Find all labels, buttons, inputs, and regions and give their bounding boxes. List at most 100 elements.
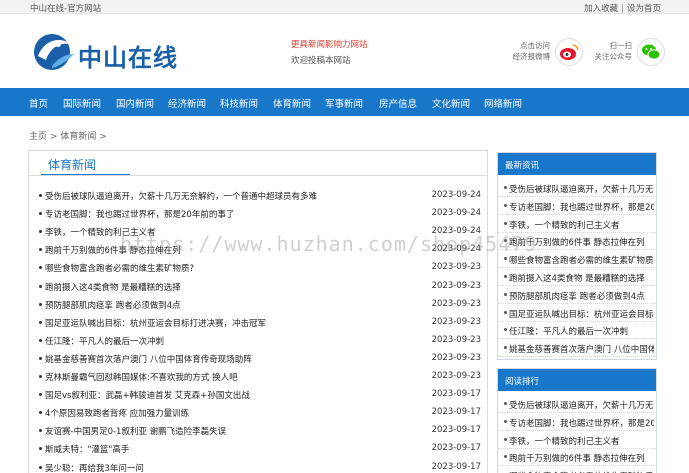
latest-news-item[interactable]: 李铁，一个精致的利己主义者 xyxy=(498,216,656,233)
nav-item-economy[interactable]: 经济新闻 xyxy=(168,96,206,110)
news-title[interactable]: 受伤后被球队逼迫离开，欠薪十几万无奈解约，一个普通中超球员有多难 xyxy=(45,190,317,202)
latest-news-item[interactable]: 国足亚运队喊出目标：杭州亚运会目标打进决赛 xyxy=(498,305,656,322)
news-title[interactable]: 跑前摄入这4类食物 是最糟糕的选择 xyxy=(45,281,181,293)
news-title[interactable]: 国足亚运队喊出目标：杭州亚运会目标打进决赛，冲击冠军 xyxy=(45,317,266,329)
sidebar-item-title[interactable]: 预防腿部肌肉痉挛 跑者必须做到4点 xyxy=(509,290,654,302)
nav-item-technology[interactable]: 科技新闻 xyxy=(220,96,258,110)
bullet-icon xyxy=(504,186,507,189)
reading-rank-item[interactable]: 跑前千万别做的6件事 静态拉伸在列 xyxy=(498,449,656,467)
bullet-icon xyxy=(39,393,42,397)
bullet-icon xyxy=(39,248,42,252)
news-title[interactable]: 专访老国脚：我也踢过世界杯，那是20年前的事了 xyxy=(45,208,234,220)
header: 中山在线 更具新闻影响力网站 欢迎投稿本网站 点击访问 经济报微博 扫一扫 关注… xyxy=(0,14,689,86)
news-date: 2023-09-23 xyxy=(431,352,481,363)
news-row[interactable]: 4个原因易致跑者背疼 应加强力量训练 2023-09-17 xyxy=(29,404,487,422)
bullet-icon xyxy=(504,275,507,278)
news-date: 2023-09-23 xyxy=(431,334,481,345)
news-row[interactable]: 预防腿部肌肉痉挛 跑者必须做到4点 2023-09-23 xyxy=(29,296,487,314)
bullet-icon xyxy=(39,411,42,415)
news-row[interactable]: 专访老国脚：我也踢过世界杯，那是20年前的事了 2023-09-24 xyxy=(29,205,487,223)
add-favorite-link[interactable]: 加入收藏 xyxy=(584,4,618,14)
nav-item-home[interactable]: 首页 xyxy=(29,96,48,110)
news-row[interactable]: 跑前摄入这4类食物 是最糟糕的选择 2023-09-23 xyxy=(29,278,487,296)
sidebar-item-title[interactable]: 跑前千万别做的6件事 静态拉伸在列 xyxy=(509,452,654,464)
logo-emblem-icon xyxy=(34,34,74,70)
site-logo[interactable]: 中山在线 xyxy=(30,30,180,74)
news-row[interactable]: 国足亚运队喊出目标：杭州亚运会目标打进决赛，冲击冠军 2023-09-23 xyxy=(29,314,487,332)
nav-item-military[interactable]: 军事新闻 xyxy=(325,96,363,110)
news-title[interactable]: 吴少聪：再给我3年问一问 xyxy=(45,462,144,473)
nav-item-culture[interactable]: 文化新闻 xyxy=(432,96,470,110)
news-row[interactable]: 友谊赛-中国男足0-1叙利亚 谢鹏飞造险李磊失误 2023-09-17 xyxy=(29,422,487,440)
news-row[interactable]: 任江隆：平凡人的最后一次冲刺 2023-09-23 xyxy=(29,332,487,350)
news-date: 2023-09-23 xyxy=(431,371,481,381)
latest-news-item[interactable]: 受伤后被球队逼迫离开，欠薪十几万无奈解约 xyxy=(498,180,656,197)
bullet-icon xyxy=(39,375,42,378)
bullet-icon xyxy=(504,402,507,405)
wechat-icon[interactable] xyxy=(637,38,665,66)
sidebar-item-title[interactable]: 跑前摄入这4类食物 是最糟糕的选择 xyxy=(509,272,654,284)
reading-rank-item[interactable]: 哪些食物富含跑者必需的维生素矿物质? xyxy=(498,467,656,473)
news-title[interactable]: 姚基金慈善赛首次落户澳门 八位中国体育传奇现场助阵 xyxy=(45,353,252,365)
sidebar-item-title[interactable]: 受伤后被球队逼迫离开，欠薪十几万无奈解约 xyxy=(509,399,654,411)
bullet-icon xyxy=(504,437,507,441)
reading-rank-item[interactable]: 李铁，一个精致的利己主义者 xyxy=(498,432,656,449)
news-row[interactable]: 斯威夫特："灌篮"高手 2023-09-17 xyxy=(29,440,487,458)
nav-item-sports[interactable]: 体育新闻 xyxy=(273,96,311,110)
news-title[interactable]: 友谊赛-中国男足0-1叙利亚 谢鹏飞造险李磊失误 xyxy=(45,425,226,437)
news-title[interactable]: 斯威夫特："灌篮"高手 xyxy=(45,443,129,455)
sidebar-item-title[interactable]: 专访老国脚：我也踢过世界杯，那是20年前的事了 xyxy=(509,201,654,213)
nav-item-international[interactable]: 国际新闻 xyxy=(63,96,101,110)
sidebar-item-title[interactable]: 国足亚运队喊出目标：杭州亚运会目标打进决赛 xyxy=(509,308,654,320)
news-title[interactable]: 国足vs叙利亚：武磊+韩骏迪首发 艾克森+孙国文出战 xyxy=(45,389,250,401)
news-row[interactable]: 哪些食物富含跑者必需的维生素矿物质? 2023-09-23 xyxy=(29,259,487,277)
nav-item-domestic[interactable]: 国内新闻 xyxy=(116,96,154,110)
weibo-icon[interactable] xyxy=(555,38,583,66)
breadcrumb-home[interactable]: 主页 xyxy=(29,132,47,142)
news-title[interactable]: 任江隆：平凡人的最后一次冲刺 xyxy=(45,335,164,347)
contribute-link[interactable]: 欢迎投稿本网站 xyxy=(291,54,351,66)
weibo-label[interactable]: 点击访问 经济报微博 xyxy=(500,40,551,62)
news-row[interactable]: 受伤后被球队逼迫离开，欠薪十几万无奈解约，一个普通中超球员有多难 2023-09-… xyxy=(29,187,487,205)
latest-news-item[interactable]: 任江隆：平凡人的最后一次冲刺 xyxy=(498,322,656,340)
news-title[interactable]: 哪些食物富含跑者必需的维生素矿物质? xyxy=(45,262,194,274)
latest-news-item[interactable]: 专访老国脚：我也踢过世界杯，那是20年前的事了 xyxy=(498,198,656,215)
news-date: 2023-09-17 xyxy=(431,407,481,418)
reading-rank-item[interactable]: 专访老国脚：我也踢过世界杯，那是20年前的事了 xyxy=(498,414,656,431)
news-title[interactable]: 预防腿部肌肉痉挛 跑者必须做到4点 xyxy=(45,299,181,311)
nav-item-internet[interactable]: 网络新闻 xyxy=(484,96,522,110)
wechat-label[interactable]: 扫一扫 关注公众号 xyxy=(590,40,633,62)
latest-news-title: 最新资讯 xyxy=(505,161,540,171)
reading-rank-item[interactable]: 受伤后被球队逼迫离开，欠薪十几万无奈解约 xyxy=(498,396,656,413)
breadcrumb-section[interactable]: 体育新闻 xyxy=(60,132,96,142)
news-date: 2023-09-24 xyxy=(431,190,481,200)
bullet-icon xyxy=(504,257,507,261)
latest-news-item[interactable]: 跑前摄入这4类食物 是最糟糕的选择 xyxy=(498,269,656,286)
news-row[interactable]: 吴少聪：再给我3年问一问 2023-09-17 xyxy=(29,459,487,473)
sidebar-item-title[interactable]: 受伤后被球队逼迫离开，欠薪十几万无奈解约 xyxy=(509,183,654,195)
news-row[interactable]: 克林斯曼霸气回怼韩国媒体:不喜欢我的方式 换人吧 2023-09-23 xyxy=(29,368,487,386)
nav-item-property[interactable]: 房产信息 xyxy=(379,96,417,110)
breadcrumb: 主页 > 体育新闻 > xyxy=(29,129,107,142)
bullet-icon xyxy=(39,338,42,342)
weibo-label-line2: 经济报微博 xyxy=(512,52,551,61)
news-date: 2023-09-17 xyxy=(431,389,481,400)
sidebar-item-title[interactable]: 姚基金慈善赛首次落户澳门 八位中国体育传奇 xyxy=(509,343,654,355)
latest-news-item[interactable]: 姚基金慈善赛首次落户澳门 八位中国体育传奇 xyxy=(498,340,656,358)
news-date: 2023-09-23 xyxy=(431,316,481,327)
latest-news-item[interactable]: 预防腿部肌肉痉挛 跑者必须做到4点 xyxy=(498,287,656,304)
sidebar-item-title[interactable]: 专访老国脚：我也踢过世界杯，那是20年前的事了 xyxy=(509,417,654,429)
weibo-label-line1: 点击访问 xyxy=(520,41,550,50)
news-title[interactable]: 克林斯曼霸气回怼韩国媒体:不喜欢我的方式 换人吧 xyxy=(45,371,238,383)
set-homepage-link[interactable]: 设为首页 xyxy=(627,4,661,14)
sidebar-item-title[interactable]: 李铁，一个精致的利己主义者 xyxy=(509,435,654,447)
news-date: 2023-09-23 xyxy=(431,298,481,309)
sidebar-item-title[interactable]: 李铁，一个精致的利己主义者 xyxy=(509,219,654,231)
watermark: https://www.huzhan.com/shop45479 xyxy=(120,232,538,256)
news-title[interactable]: 4个原因易致跑者背疼 应加强力量训练 xyxy=(45,407,189,419)
logo-text: 中山在线 xyxy=(78,44,178,72)
news-row[interactable]: 国足vs叙利亚：武磊+韩骏迪首发 艾克森+孙国文出战 2023-09-17 xyxy=(29,386,487,404)
sidebar-item-title[interactable]: 任江隆：平凡人的最后一次冲刺 xyxy=(509,325,654,337)
news-row[interactable]: 姚基金慈善赛首次落户澳门 八位中国体育传奇现场助阵 2023-09-23 xyxy=(29,350,487,368)
bullet-icon xyxy=(504,221,507,225)
